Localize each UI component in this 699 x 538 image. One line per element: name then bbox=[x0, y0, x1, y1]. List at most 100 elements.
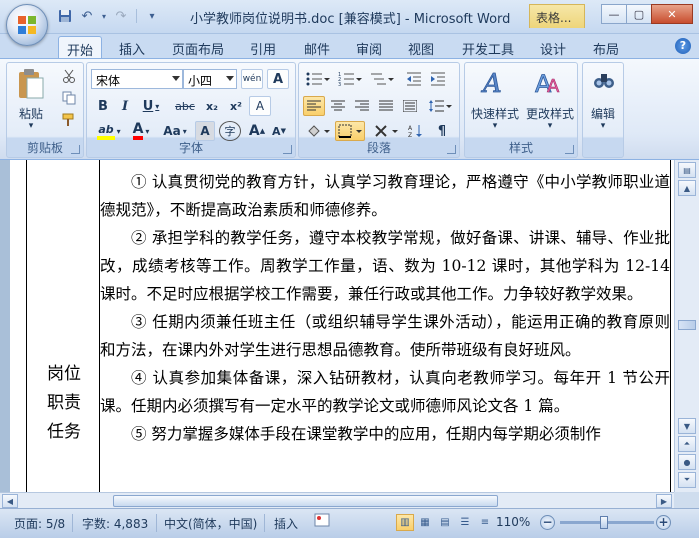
tab-page-layout[interactable]: 页面布局 bbox=[164, 36, 232, 58]
character-border-icon[interactable]: A bbox=[267, 69, 289, 89]
scroll-up-icon[interactable]: ▲ bbox=[678, 180, 696, 196]
change-case-button[interactable]: Aa ▾ bbox=[159, 121, 191, 141]
document-page[interactable]: 岗位 职责 任务 ① 认真贯彻党的教育方针，认真学习教育理论，严格遵守《中小学教… bbox=[10, 160, 674, 492]
scroll-right-icon[interactable]: ▶ bbox=[656, 494, 672, 508]
bold-button[interactable]: B bbox=[93, 96, 113, 116]
paste-icon[interactable] bbox=[13, 67, 49, 101]
close-button[interactable]: ✕ bbox=[651, 4, 693, 24]
align-center-icon[interactable] bbox=[327, 96, 349, 116]
ruler-toggle-icon[interactable]: ▤ bbox=[678, 162, 696, 178]
horizontal-scrollbar[interactable]: ◀ ▶ bbox=[0, 492, 674, 508]
bullets-icon[interactable] bbox=[303, 69, 333, 89]
office-button[interactable] bbox=[6, 4, 48, 46]
tab-view[interactable]: 视图 bbox=[401, 36, 441, 58]
zoom-in-icon[interactable]: + bbox=[656, 515, 671, 530]
print-layout-view-icon[interactable]: ▥ bbox=[396, 514, 414, 531]
redo-icon[interactable]: ↷ bbox=[112, 7, 130, 25]
cut-icon[interactable] bbox=[59, 67, 79, 85]
enclose-characters-icon[interactable]: 字 bbox=[219, 121, 241, 141]
document-area[interactable]: 岗位 职责 任务 ① 认真贯彻党的教育方针，认真学习教育理论，严格遵守《中小学教… bbox=[0, 160, 674, 492]
tab-references[interactable]: 引用 bbox=[243, 36, 283, 58]
clipboard-launcher-icon[interactable] bbox=[71, 145, 80, 154]
vertical-scroll-thumb[interactable] bbox=[678, 320, 696, 330]
align-left-icon[interactable] bbox=[303, 96, 325, 116]
tab-review[interactable]: 审阅 bbox=[349, 36, 389, 58]
font-launcher-icon[interactable] bbox=[283, 145, 292, 154]
tab-layout[interactable]: 布局 bbox=[586, 36, 626, 58]
copy-icon[interactable] bbox=[59, 89, 79, 107]
borders-icon[interactable] bbox=[335, 121, 365, 141]
select-browse-object-icon[interactable]: ● bbox=[678, 454, 696, 470]
maximize-button[interactable]: ▢ bbox=[626, 4, 652, 24]
show-formatting-marks-icon[interactable]: ¶ bbox=[431, 121, 453, 141]
font-size-dropdown[interactable]: 小四 bbox=[183, 69, 237, 89]
tab-insert[interactable]: 插入 bbox=[112, 36, 152, 58]
highlight-color-button[interactable]: ab ▾ bbox=[93, 121, 125, 141]
line-spacing-icon[interactable] bbox=[425, 96, 455, 116]
superscript-button[interactable]: x² bbox=[225, 96, 247, 116]
find-binoculars-icon[interactable] bbox=[591, 69, 617, 93]
customize-qat-icon[interactable]: ▾ bbox=[143, 7, 161, 25]
table-label-cell[interactable]: 岗位 职责 任务 bbox=[26, 160, 100, 492]
tab-developer[interactable]: 开发工具 bbox=[455, 36, 521, 58]
save-icon[interactable] bbox=[56, 7, 74, 25]
macro-recording-icon[interactable] bbox=[314, 513, 330, 530]
paste-label[interactable]: 粘贴 bbox=[11, 105, 51, 122]
tab-design[interactable]: 设计 bbox=[533, 36, 573, 58]
page-count[interactable]: 页面: 5/8 bbox=[14, 515, 65, 532]
tab-mailings[interactable]: 邮件 bbox=[297, 36, 337, 58]
font-face-dropdown[interactable]: 宋体 bbox=[91, 69, 183, 89]
format-painter-icon[interactable] bbox=[59, 111, 79, 129]
table-content-cell[interactable]: ① 认真贯彻党的教育方针，认真学习教育理论，严格遵守《中小学教师职业道德规范》，… bbox=[100, 168, 670, 448]
font-color-button[interactable]: A ▾ bbox=[127, 121, 155, 141]
help-icon[interactable]: ? bbox=[675, 38, 691, 54]
phonetic-guide-icon[interactable]: wén bbox=[241, 69, 263, 89]
horizontal-scroll-thumb[interactable] bbox=[113, 495, 498, 507]
tab-home[interactable]: 开始 bbox=[58, 36, 102, 59]
styles-launcher-icon[interactable] bbox=[565, 145, 574, 154]
quick-styles-label[interactable]: 快速样式 bbox=[465, 105, 525, 122]
underline-button[interactable]: U ▾ bbox=[137, 96, 165, 116]
chevron-down-icon[interactable]: ▾ bbox=[521, 121, 579, 131]
subscript-button[interactable]: x₂ bbox=[201, 96, 223, 116]
scroll-left-icon[interactable]: ◀ bbox=[2, 494, 18, 508]
draft-view-icon[interactable]: ≡ bbox=[476, 514, 494, 531]
change-styles-icon[interactable]: AA bbox=[533, 67, 565, 97]
numbering-icon[interactable]: 123 bbox=[335, 69, 365, 89]
undo-dropdown-icon[interactable]: ▾ bbox=[100, 7, 108, 25]
shrink-font-icon[interactable]: A ▼ bbox=[269, 121, 289, 141]
full-screen-reading-icon[interactable]: ▦ bbox=[416, 514, 434, 531]
character-shading-icon[interactable]: A bbox=[195, 121, 215, 141]
previous-page-icon[interactable]: ⏶ bbox=[678, 436, 696, 452]
vertical-scrollbar[interactable]: ▤ ▲ ▼ ⏶ ● ⏷ bbox=[674, 160, 699, 492]
clear-formatting-icon[interactable]: A bbox=[249, 96, 271, 116]
next-page-icon[interactable]: ⏷ bbox=[678, 472, 696, 488]
word-count[interactable]: 字数: 4,883 bbox=[82, 515, 148, 532]
grow-font-icon[interactable]: A ▲ bbox=[247, 121, 267, 141]
distributed-icon[interactable] bbox=[399, 96, 421, 116]
scroll-down-icon[interactable]: ▼ bbox=[678, 418, 696, 434]
chinese-layout-icon[interactable] bbox=[371, 121, 401, 141]
paste-dropdown-icon[interactable]: ▾ bbox=[11, 121, 51, 131]
shading-icon[interactable] bbox=[303, 121, 333, 141]
change-styles-label[interactable]: 更改样式 bbox=[521, 105, 579, 122]
italic-button[interactable]: I bbox=[115, 96, 135, 116]
undo-icon[interactable]: ↶ bbox=[78, 7, 96, 25]
decrease-indent-icon[interactable] bbox=[403, 69, 425, 89]
chevron-down-icon[interactable]: ▾ bbox=[583, 121, 623, 131]
outline-view-icon[interactable]: ☰ bbox=[456, 514, 474, 531]
increase-indent-icon[interactable] bbox=[427, 69, 449, 89]
align-right-icon[interactable] bbox=[351, 96, 373, 116]
multilevel-list-icon[interactable] bbox=[367, 69, 397, 89]
justify-icon[interactable] bbox=[375, 96, 397, 116]
strikethrough-button[interactable]: abc bbox=[171, 96, 199, 116]
sort-icon[interactable]: AZ bbox=[405, 121, 427, 141]
editing-label[interactable]: 编辑 bbox=[583, 105, 623, 122]
chevron-down-icon[interactable]: ▾ bbox=[465, 121, 525, 131]
paragraph-launcher-icon[interactable] bbox=[447, 145, 456, 154]
web-layout-view-icon[interactable]: ▤ bbox=[436, 514, 454, 531]
insert-mode-indicator[interactable]: 插入 bbox=[274, 515, 298, 532]
table-tools-context-tab[interactable]: 表格... bbox=[529, 4, 585, 28]
quick-styles-icon[interactable]: A bbox=[479, 67, 511, 97]
zoom-out-icon[interactable]: − bbox=[540, 515, 555, 530]
